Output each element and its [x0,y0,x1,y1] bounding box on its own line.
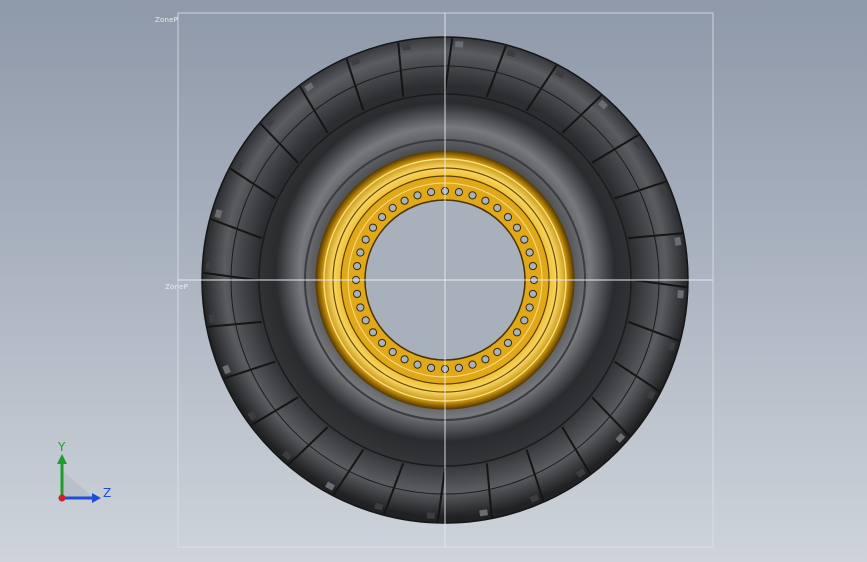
top-plane-label[interactable]: ZoneP [155,16,178,24]
bolt-hole [388,203,397,213]
bolt-hole [528,261,538,271]
bolt-hole [481,355,490,364]
bolt-hole [512,328,522,337]
bolt-hole [356,303,365,312]
bolt-hole [352,261,362,271]
bolt-hole [468,360,477,369]
bolt-hole [520,235,529,244]
bolt-hole [454,363,464,373]
bolt-hole [426,363,436,373]
bolt-hole [361,235,370,244]
bolt-hole [377,212,387,222]
bolt-hole [388,347,397,357]
triad-origin [58,494,66,502]
orientation-triad[interactable]: Y Z [50,440,120,510]
tread-block [677,289,684,299]
bolt-hole [468,191,477,200]
bolt-hole [356,248,365,257]
z-axis-arrow [92,493,101,503]
bolt-hole [512,223,522,232]
tire-wheel-model[interactable] [0,0,867,562]
bolt-hole [481,196,490,205]
bolt-hole [368,223,378,232]
y-axis-arrow [57,454,67,464]
tread-block [426,512,436,519]
bolt-hole [525,248,534,257]
z-axis-label: Z [103,486,112,500]
y-axis-label: Y [58,440,66,454]
bolt-hole [361,316,370,325]
bolt-hole [520,316,529,325]
bolt-hole [426,187,436,197]
bolt-hole [454,187,464,197]
graphics-viewport[interactable]: ZoneP ZoneP Y Z [0,0,867,562]
triad-xy-plane [62,470,94,498]
bolt-hole [493,347,502,357]
bolt-hole [400,355,409,364]
bolt-hole [528,289,538,299]
bolt-hole [503,338,513,348]
bolt-hole [352,289,362,299]
tread-block [206,261,213,271]
bolt-hole [413,360,422,369]
bolt-hole [493,203,502,213]
bolt-hole [368,328,378,337]
tread-block [454,41,464,48]
bolt-hole [413,191,422,200]
bolt-hole [525,303,534,312]
bolt-hole [503,212,513,222]
bolt-hole [377,338,387,348]
front-plane-label[interactable]: ZoneP [165,283,188,291]
bolt-hole [400,196,409,205]
